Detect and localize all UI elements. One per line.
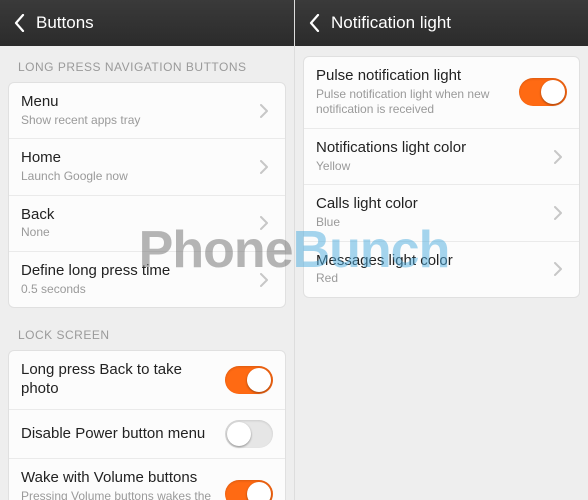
row-notifications-light-color[interactable]: Notifications light color Yellow	[304, 129, 579, 185]
row-menu[interactable]: Menu Show recent apps tray	[9, 83, 285, 139]
chevron-right-icon	[259, 104, 273, 118]
group-lock-screen: Long press Back to take photo Disable Po…	[8, 350, 286, 500]
row-messages-light-color[interactable]: Messages light color Red	[304, 242, 579, 297]
toggle-switch[interactable]	[225, 420, 273, 448]
section-title-nav: LONG PRESS NAVIGATION BUTTONS	[8, 46, 286, 82]
row-sub: 0.5 seconds	[21, 282, 253, 298]
screen-body: Pulse notification light Pulse notificat…	[295, 46, 588, 500]
row-title: Disable Power button menu	[21, 425, 219, 444]
row-pulse-notification-light[interactable]: Pulse notification light Pulse notificat…	[304, 57, 579, 129]
toggle-switch[interactable]	[225, 366, 273, 394]
row-title: Long press Back to take photo	[21, 361, 219, 399]
group-nav-buttons: Menu Show recent apps tray Home Launch G…	[8, 82, 286, 308]
row-title: Define long press time	[21, 262, 253, 281]
row-disable-power-menu[interactable]: Disable Power button menu	[9, 410, 285, 459]
row-home[interactable]: Home Launch Google now	[9, 139, 285, 195]
row-title: Menu	[21, 93, 253, 112]
chevron-right-icon	[259, 273, 273, 287]
row-title: Home	[21, 149, 253, 168]
back-icon[interactable]	[305, 14, 323, 32]
row-sub: Red	[316, 271, 547, 287]
section-title-lock: LOCK SCREEN	[8, 314, 286, 350]
row-title: Notifications light color	[316, 139, 547, 158]
header-bar: Buttons	[0, 0, 294, 46]
row-sub: Blue	[316, 215, 547, 231]
chevron-right-icon	[553, 150, 567, 164]
row-define-long-press-time[interactable]: Define long press time 0.5 seconds	[9, 252, 285, 307]
chevron-right-icon	[553, 206, 567, 220]
row-long-press-back-photo[interactable]: Long press Back to take photo	[9, 351, 285, 410]
row-sub: Pressing Volume buttons wakes the device	[21, 489, 219, 500]
row-sub: Show recent apps tray	[21, 113, 253, 129]
header-title: Notification light	[331, 13, 451, 33]
row-back[interactable]: Back None	[9, 196, 285, 252]
toggle-switch[interactable]	[225, 480, 273, 500]
header-title: Buttons	[36, 13, 94, 33]
chevron-right-icon	[259, 160, 273, 174]
row-title: Messages light color	[316, 252, 547, 271]
chevron-right-icon	[259, 216, 273, 230]
row-wake-volume[interactable]: Wake with Volume buttons Pressing Volume…	[9, 459, 285, 500]
screen-notification-light: Notification light Pulse notification li…	[294, 0, 588, 500]
screen-buttons: Buttons LONG PRESS NAVIGATION BUTTONS Me…	[0, 0, 294, 500]
row-title: Pulse notification light	[316, 67, 513, 86]
chevron-right-icon	[553, 262, 567, 276]
row-title: Calls light color	[316, 195, 547, 214]
toggle-switch[interactable]	[519, 78, 567, 106]
row-title: Back	[21, 206, 253, 225]
row-sub: Yellow	[316, 159, 547, 175]
row-calls-light-color[interactable]: Calls light color Blue	[304, 185, 579, 241]
header-bar: Notification light	[295, 0, 588, 46]
back-icon[interactable]	[10, 14, 28, 32]
screen-body: LONG PRESS NAVIGATION BUTTONS Menu Show …	[0, 46, 294, 500]
row-title: Wake with Volume buttons	[21, 469, 219, 488]
group-notification-light: Pulse notification light Pulse notificat…	[303, 56, 580, 298]
row-sub: Pulse notification light when new notifi…	[316, 87, 513, 118]
row-sub: None	[21, 225, 253, 241]
row-sub: Launch Google now	[21, 169, 253, 185]
